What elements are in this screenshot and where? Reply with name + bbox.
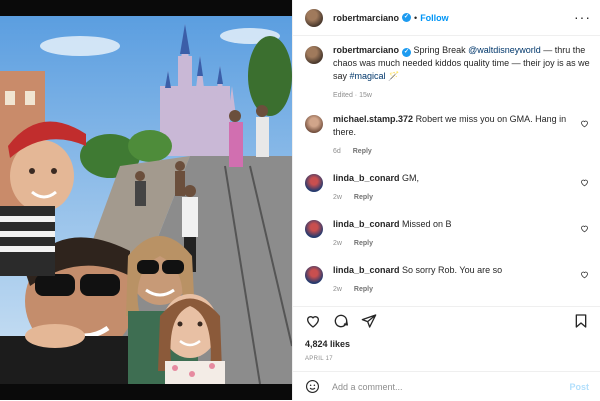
commenter-avatar[interactable] [305, 115, 323, 133]
comment-item: linda_b_conard GM, 2w Reply [293, 172, 600, 204]
separator-dot: • [414, 12, 418, 23]
comment-body: linda_b_conard GM, 2w Reply [333, 172, 573, 204]
comment-meta: 2w Reply [333, 191, 573, 204]
reply-button[interactable]: Reply [353, 148, 372, 155]
edited-label: Edited [333, 92, 353, 99]
caption-author-avatar[interactable] [305, 46, 323, 64]
post-side-panel: robertmarciano ✓ • Follow ··· robertmarc… [292, 0, 600, 400]
like-comment-heart-icon[interactable] [580, 119, 589, 128]
comment-meta: 2w Reply [333, 283, 573, 296]
comment-username[interactable]: linda_b_conard [333, 265, 400, 275]
comment-body: linda_b_conard So sorry Rob. You are so … [333, 264, 573, 296]
verified-badge-icon: ✓ [402, 48, 412, 57]
author-username[interactable]: robertmarciano [333, 13, 399, 23]
more-options-icon[interactable]: ··· [574, 9, 591, 25]
comment-item: linda_b_conard Missed on B 2w Reply [293, 218, 600, 250]
caption-hashtag-link[interactable]: #magical [350, 71, 386, 81]
caption: robertmarciano ✓ Spring Break @waltdisney… [293, 44, 600, 102]
comment-username[interactable]: linda_b_conard [333, 219, 400, 229]
verified-badge-icon: ✓ [402, 13, 412, 22]
comment-username[interactable]: michael.stamp.372 [333, 114, 413, 124]
caption-username[interactable]: robertmarciano [333, 45, 399, 55]
like-comment-heart-icon[interactable] [580, 178, 589, 187]
heart-icon[interactable] [305, 313, 321, 329]
caption-text-suffix: 🪄 [385, 71, 400, 81]
reply-button[interactable]: Reply [354, 194, 373, 201]
family-selfie-image [0, 16, 292, 384]
commenter-avatar[interactable] [305, 220, 323, 238]
emoji-icon[interactable] [305, 379, 320, 394]
like-comment-heart-icon[interactable] [580, 224, 589, 233]
like-comment-heart-icon[interactable] [580, 270, 589, 279]
comment-meta: 6d Reply [333, 145, 573, 158]
author-avatar[interactable] [305, 8, 323, 27]
caption-body: robertmarciano ✓ Spring Break @waltdisney… [333, 44, 591, 102]
comment-icon[interactable] [333, 313, 349, 329]
post-actions: 4,824 likes APRIL 17 Post [293, 306, 600, 400]
bookmark-icon[interactable] [573, 313, 589, 329]
post-photo[interactable] [0, 16, 292, 384]
comment-username[interactable]: linda_b_conard [333, 173, 400, 183]
comment-time: 6d [333, 148, 341, 155]
post-photo-pane [0, 0, 292, 400]
comment-body: linda_b_conard Missed on B 2w Reply [333, 218, 573, 250]
follow-button[interactable]: Follow [420, 13, 449, 23]
comment-text: So sorry Rob. You are so [402, 265, 503, 275]
comment-meta: 2w Reply [333, 237, 573, 250]
comment-text: Missed on B [402, 219, 452, 229]
post-date: APRIL 17 [305, 356, 333, 362]
reply-button[interactable]: Reply [354, 240, 373, 247]
comment-body: michael.stamp.372 Robert we miss you on … [333, 113, 573, 158]
comment-text: GM, [402, 173, 420, 183]
caption-meta: Edited · 15w [333, 89, 591, 102]
comment-time: 2w [333, 240, 342, 247]
caption-time: 15w [359, 92, 372, 99]
post-comment-button[interactable]: Post [569, 382, 589, 392]
add-comment-row: Post [293, 371, 600, 401]
caption-text-prefix: Spring Break [413, 45, 469, 55]
share-icon[interactable] [361, 313, 377, 329]
comment-item: linda_b_conard So sorry Rob. You are so … [293, 264, 600, 296]
comment-time: 2w [333, 194, 342, 201]
action-icons [305, 313, 377, 329]
add-comment-input[interactable] [330, 380, 554, 393]
commenter-avatar[interactable] [305, 174, 323, 192]
likes-count[interactable]: 4,824 likes [305, 339, 350, 349]
comment-item: michael.stamp.372 Robert we miss you on … [293, 113, 600, 158]
caption-mention-link[interactable]: @waltdisneyworld [468, 45, 541, 55]
post-header: robertmarciano ✓ • Follow ··· [293, 0, 600, 36]
reply-button[interactable]: Reply [354, 286, 373, 293]
commenter-avatar[interactable] [305, 266, 323, 284]
comment-time: 2w [333, 286, 342, 293]
